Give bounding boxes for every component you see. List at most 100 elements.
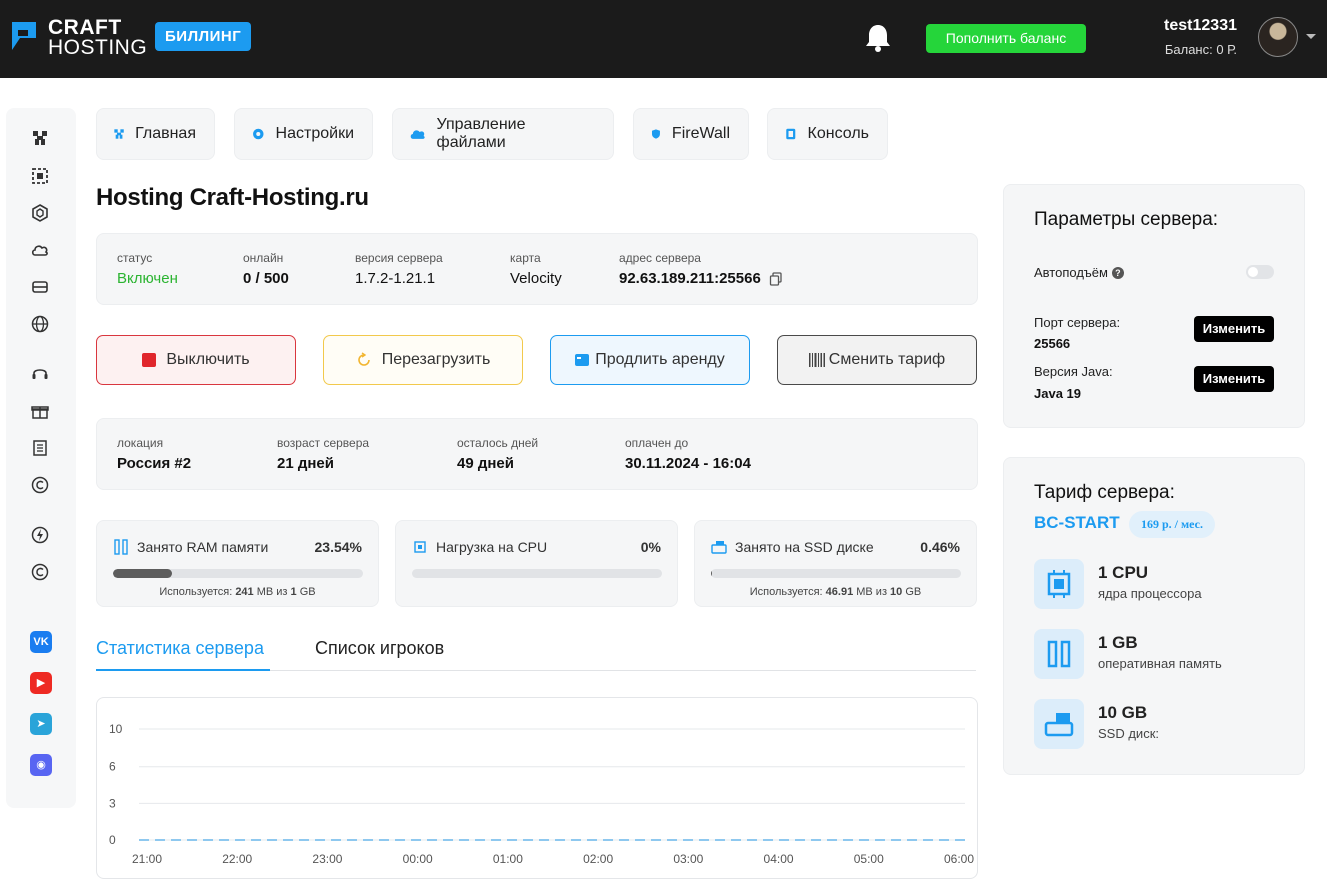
- autostart-toggle[interactable]: [1246, 265, 1274, 279]
- ram-progress-bar: [113, 569, 363, 578]
- page-title: Hosting Craft-Hosting.ru: [96, 184, 369, 211]
- sidebar-power-icon[interactable]: [30, 525, 50, 545]
- change-java-button[interactable]: Изменить: [1194, 366, 1274, 392]
- sidebar-creeper-icon[interactable]: [30, 128, 50, 148]
- version-label: версия сервера: [355, 251, 443, 265]
- terminal-icon: [786, 128, 796, 140]
- cpu-usage-card: Нагрузка на CPU 0%: [395, 520, 678, 607]
- help-icon[interactable]: ?: [1111, 266, 1124, 279]
- youtube-icon[interactable]: ▶: [30, 672, 52, 694]
- chevron-down-icon[interactable]: [1306, 34, 1316, 39]
- extend-rental-button[interactable]: Продлить аренду: [550, 335, 750, 385]
- plan-price-badge: 169 р. / мес.: [1129, 511, 1215, 538]
- restart-button[interactable]: Перезагрузить: [323, 335, 523, 385]
- logo-line2: HOSTING: [48, 36, 148, 59]
- server-info-card: статус Включен онлайн 0 / 500 версия сер…: [96, 233, 978, 305]
- tab-settings[interactable]: Настройки: [234, 108, 373, 160]
- ram-percent: 23.54%: [314, 539, 362, 555]
- discord-icon[interactable]: ◉: [30, 754, 52, 776]
- address-value: 92.63.189.211:25566: [619, 270, 761, 287]
- vk-icon[interactable]: VK: [30, 631, 52, 653]
- sidebar-gem-icon[interactable]: [30, 203, 50, 223]
- cpu-spec-icon: [1034, 559, 1084, 609]
- online-value: 0 / 500: [243, 270, 289, 287]
- ssd-percent: 0.46%: [920, 539, 960, 555]
- sidebar-support-icon[interactable]: [30, 364, 50, 384]
- sidebar-copyright-icon-2[interactable]: [30, 562, 50, 582]
- port-label: Порт сервера:: [1034, 315, 1121, 330]
- chart-y-tick-label: 3: [109, 796, 116, 810]
- sidebar-copyright-icon[interactable]: [30, 475, 50, 495]
- tab-player-list[interactable]: Список игроков: [315, 638, 444, 659]
- sidebar: VK ▶ ➤ ◉: [6, 108, 76, 808]
- tab-file-manager[interactable]: Управление файлами: [392, 108, 614, 160]
- chart-x-tick-label: 00:00: [403, 852, 433, 866]
- sidebar-document-icon[interactable]: [30, 438, 50, 458]
- logo[interactable]: CRAFT HOSTING: [6, 16, 148, 60]
- ram-title: Занято RAM памяти: [137, 539, 269, 555]
- ssd-progress-fill: [711, 569, 713, 578]
- change-port-button[interactable]: Изменить: [1194, 316, 1274, 342]
- tab-main[interactable]: Главная: [96, 108, 215, 160]
- change-plan-label: Сменить тариф: [828, 351, 946, 368]
- chart-y-tick-label: 6: [109, 760, 116, 774]
- server-age-label: возраст сервера: [277, 436, 370, 450]
- chart-x-tick-label: 05:00: [854, 852, 884, 866]
- ram-usage-card: Занято RAM памяти 23.54% Используется: 2…: [96, 520, 379, 607]
- address-label: адрес сервера: [619, 251, 701, 265]
- bell-icon[interactable]: [864, 22, 892, 52]
- logo-icon: [12, 22, 36, 50]
- sidebar-globe-icon[interactable]: [30, 314, 50, 334]
- chart-x-tick-label: 21:00: [132, 852, 162, 866]
- ram-spec-value: 1 GB: [1098, 633, 1138, 652]
- avatar[interactable]: [1258, 17, 1298, 57]
- extend-rental-label: Продлить аренду: [595, 351, 725, 368]
- chart-x-tick-label: 04:00: [764, 852, 794, 866]
- sidebar-cloud-icon[interactable]: [30, 240, 50, 260]
- stop-button[interactable]: Выключить: [96, 335, 296, 385]
- chart-y-tick-label: 10: [109, 722, 123, 736]
- chart-x-tick-label: 22:00: [222, 852, 252, 866]
- change-plan-button[interactable]: Сменить тариф: [777, 335, 977, 385]
- topup-balance-button[interactable]: Пополнить баланс: [926, 24, 1086, 53]
- cpu-spec-value: 1 CPU: [1098, 563, 1149, 582]
- online-label: онлайн: [243, 251, 284, 265]
- sidebar-box-icon[interactable]: [30, 166, 50, 186]
- map-value: Velocity: [510, 270, 562, 287]
- tab-settings-label: Настройки: [275, 125, 354, 142]
- copy-icon[interactable]: [769, 271, 783, 286]
- tab-file-manager-label: Управление файлами: [436, 116, 526, 151]
- sidebar-gift-icon[interactable]: [30, 401, 50, 421]
- paid-until-value: 30.11.2024 - 16:04: [625, 455, 751, 472]
- chart-x-tick-label: 01:00: [493, 852, 523, 866]
- tab-firewall[interactable]: FireWall: [633, 108, 749, 160]
- plan-name: BC-START: [1034, 513, 1120, 532]
- stop-label: Выключить: [166, 351, 250, 368]
- billing-badge[interactable]: БИЛЛИНГ: [155, 22, 252, 51]
- tab-firewall-label: FireWall: [671, 125, 730, 142]
- server-age-value: 21 дней: [277, 455, 334, 472]
- tab-server-stats[interactable]: Статистика сервера: [96, 638, 264, 659]
- ram-progress-fill: [113, 569, 172, 578]
- days-left-value: 49 дней: [457, 455, 514, 472]
- ssd-spec-icon: [1034, 699, 1084, 749]
- gear-icon: [253, 128, 264, 140]
- chart-x-tick-label: 23:00: [312, 852, 342, 866]
- status-label: статус: [117, 251, 153, 265]
- map-label: карта: [510, 251, 541, 265]
- server-params-title: Параметры сервера:: [1034, 209, 1219, 230]
- tab-console[interactable]: Консоль: [767, 108, 888, 160]
- version-value: 1.7.2-1.21.1: [355, 270, 436, 287]
- sidebar-server-icon[interactable]: [30, 277, 50, 297]
- ram-spec-label: оперативная память: [1098, 656, 1222, 671]
- chart-svg: 10 6 3 0 21:00 22:00 23:00 00:00 01:00 02:00 03:00…: [109, 722, 974, 866]
- chart-x-tick-label: 02:00: [583, 852, 613, 866]
- autostart-label: Автоподъём: [1034, 265, 1108, 280]
- plan-panel: Тариф сервера: BC-START 169 р. / мес. 1 …: [1003, 457, 1305, 775]
- tab-console-label: Консоль: [807, 125, 869, 142]
- cloud-icon: [410, 130, 425, 139]
- telegram-icon[interactable]: ➤: [30, 713, 52, 735]
- days-left-label: осталось дней: [457, 436, 539, 450]
- plan-title: Тариф сервера:: [1034, 482, 1175, 503]
- port-value: 25566: [1034, 336, 1071, 351]
